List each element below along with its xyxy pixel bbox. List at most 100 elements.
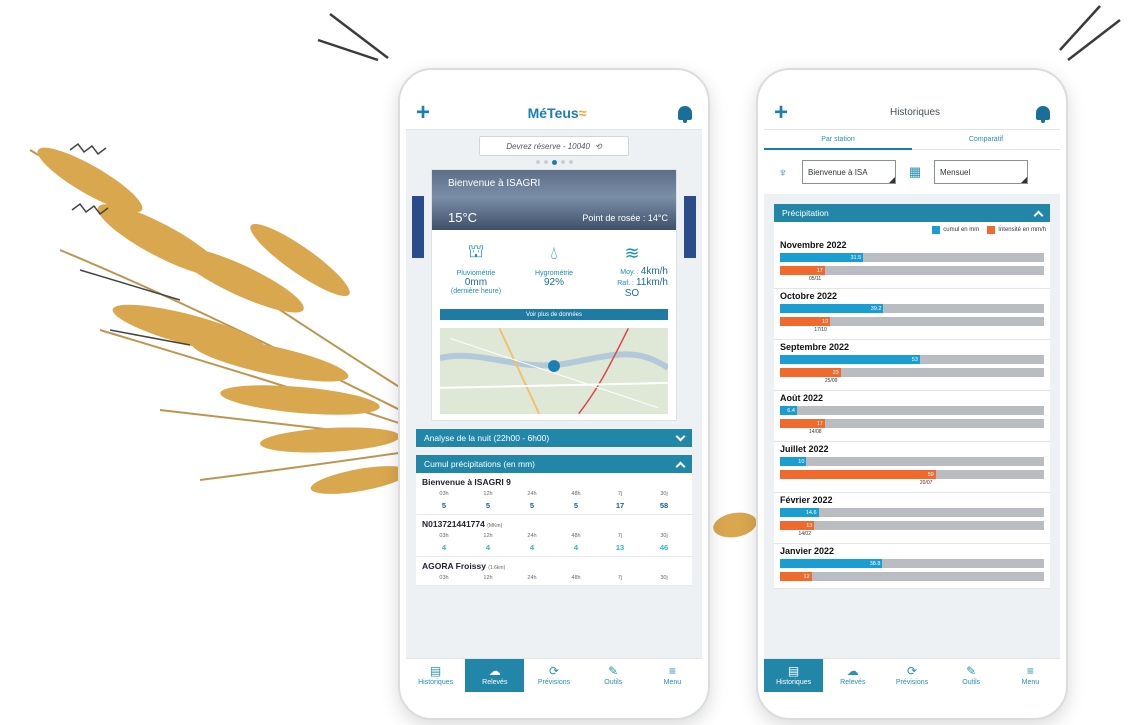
tab-comparatif[interactable]: Comparatif: [912, 130, 1060, 150]
month-title: Septembre 2022: [780, 342, 850, 352]
legend-swatch-orange: [987, 226, 996, 234]
hamburger-icon: ≡: [1026, 664, 1034, 678]
rain-gauge-icon: ⛫: [467, 241, 485, 261]
forecast-icon: ⟳: [548, 664, 560, 678]
tab-par-station[interactable]: Par station: [764, 130, 912, 150]
phone-history: + Historiques Par station Comparatif ♆ B…: [756, 68, 1068, 720]
intensity-bar: 19: [780, 317, 831, 326]
app-logo: MéTeus≈: [527, 104, 587, 121]
prev-card-peek[interactable]: [412, 196, 424, 258]
precip-header[interactable]: Cumul précipitations (en mm): [416, 455, 692, 473]
nav-outils[interactable]: ✎ Outils: [584, 659, 643, 692]
list-item[interactable]: Bienvenue à ISAGRI 9 03h 12h 24h 48h 7j 30j 5…: [416, 473, 692, 515]
nav-menu[interactable]: ≡ Menu: [1001, 659, 1060, 692]
cloud-sun-icon: ☁: [488, 664, 501, 678]
month-title: Février 2022: [780, 495, 833, 505]
add-icon[interactable]: +: [416, 100, 436, 125]
weather-card: Bienvenue à ISAGRI 15°C Point de rosée :…: [431, 169, 677, 421]
wind-metric: ≋ Moy. : 4km/h Raf. : 11km/h SO: [596, 240, 668, 300]
intensity-track: 59: [780, 470, 1044, 479]
bell-icon[interactable]: [1036, 105, 1050, 123]
intensity-bar: 23: [780, 368, 841, 377]
max-date: 05/11: [809, 276, 822, 282]
carousel-dot-active[interactable]: [551, 160, 557, 165]
nav-previsions[interactable]: ⟳ Prévisions: [882, 659, 941, 692]
calendar-icon: ▦: [908, 164, 922, 179]
refresh-icon[interactable]: ⟲: [595, 142, 602, 151]
cumul-bar: 53: [780, 355, 920, 364]
month-title: Août 2022: [780, 393, 824, 403]
nav-previsions[interactable]: ⟳ Prévisions: [524, 659, 583, 692]
chevron-down-icon[interactable]: [675, 431, 686, 441]
max-date: 14/02: [798, 531, 811, 537]
cumul-track: 53: [780, 355, 1044, 364]
max-date: 25/09: [824, 378, 838, 384]
intensity-track: 19: [780, 317, 1044, 326]
month-row[interactable]: Août 2022 6.4 17 14/08: [774, 391, 1050, 442]
more-data-button[interactable]: Voir plus de données: [440, 309, 668, 320]
cumul-bar: 31.5: [780, 253, 864, 262]
nav-outils[interactable]: ✎ Outils: [942, 659, 1001, 692]
max-date: 14/08: [809, 429, 822, 435]
add-icon[interactable]: +: [774, 100, 794, 125]
month-row[interactable]: Janvier 2022 38.8 12: [774, 544, 1050, 589]
rain-metric: ⛫ Pluviométrie 0mm (dernière heure): [440, 240, 512, 299]
cumul-track: 10: [780, 457, 1044, 466]
carousel-dot[interactable]: [568, 160, 573, 164]
cloud-sun-icon: ☁: [846, 664, 859, 678]
carousel-dot[interactable]: [535, 160, 540, 164]
humidity-label: Hygrométrie: [534, 270, 574, 277]
dashboard-screen: + MéTeus≈ Devrez réserve - 10040 ⟲ Bienv…: [406, 96, 702, 692]
clipboard-icon: ▤: [787, 664, 800, 678]
rain-value: 0mm: [464, 277, 488, 288]
history-screen: + Historiques Par station Comparatif ♆ B…: [764, 96, 1060, 692]
humidity-metric: 💧︎ Hygrométrie 92%: [518, 240, 590, 299]
weather-header: Bienvenue à ISAGRI 15°C Point de rosée :…: [432, 170, 676, 230]
nav-menu[interactable]: ≡ Menu: [643, 659, 702, 692]
station-name: AGORA Froissy (1.6km): [422, 561, 506, 571]
max-date: 17/10: [814, 327, 827, 333]
precip-title: Cumul précipitations (en mm): [424, 459, 536, 469]
chevron-up-icon[interactable]: [1033, 210, 1044, 220]
list-item[interactable]: AGORA Froissy (1.6km) 03h 12h 24h 48h 7j 30j: [416, 557, 692, 586]
chart-legend: cumul en mm Intensité en mm/h: [774, 222, 1050, 238]
bell-icon[interactable]: [678, 105, 692, 123]
month-row[interactable]: Juillet 2022 10 59 20/07: [774, 442, 1050, 493]
metrics-row: ⛫ Pluviométrie 0mm (dernière heure) 💧︎ H…: [432, 230, 676, 303]
night-analysis-title: Analyse de la nuit (22h00 - 6h00): [424, 433, 550, 443]
carousel-dot[interactable]: [560, 160, 565, 164]
nav-historiques[interactable]: ▤ Historiques: [406, 659, 465, 692]
month-row[interactable]: Février 2022 14.6 13 14/02: [774, 493, 1050, 544]
intensity-bar: 13: [780, 521, 815, 530]
next-card-peek[interactable]: [684, 196, 696, 258]
legend-cumul: cumul en mm: [932, 226, 979, 234]
period-filter[interactable]: Mensuel: [934, 160, 1028, 184]
precip-chart-panel: Précipitation cumul en mm Intensité en m…: [774, 204, 1050, 589]
month-title: Novembre 2022: [780, 240, 847, 250]
nav-releves[interactable]: ☁ Relevés: [823, 659, 882, 692]
month-row[interactable]: Septembre 2022 53 23 25/09: [774, 340, 1050, 391]
max-date: 20/07: [919, 480, 933, 486]
cumul-bar: 14.6: [780, 508, 819, 517]
precip-section-header[interactable]: Précipitation: [774, 204, 1050, 222]
month-row[interactable]: Novembre 2022 31.5 17 05/11: [774, 238, 1050, 289]
cumul-bar: 39.2: [780, 304, 884, 313]
month-title: Janvier 2022: [780, 546, 835, 556]
map-graphic: [440, 328, 668, 414]
list-item[interactable]: N013721441774 (MKm) 03h 12h 24h 48h 7j 30j 44…: [416, 515, 692, 557]
station-icon: ♆: [778, 164, 788, 180]
bottom-nav: ▤ Historiques ☁ Relevés ⟳ Prévisions ✎ Outil…: [764, 658, 1060, 692]
carousel-dot[interactable]: [543, 160, 548, 164]
station-filter[interactable]: Bienvenue à ISA: [802, 160, 896, 184]
station-map[interactable]: [440, 328, 668, 414]
precip-section-title: Précipitation: [782, 208, 829, 218]
station-selector[interactable]: Devrez réserve - 10040 ⟲: [479, 136, 629, 156]
nav-historiques[interactable]: ▤ Historiques: [764, 659, 824, 692]
carousel-dots: [406, 160, 702, 165]
cumul-bar: 10: [780, 457, 807, 466]
precip-headers: 03h 12h 24h 48h 7j 30j: [439, 491, 668, 497]
month-row[interactable]: Octobre 2022 39.2 19 17/10: [774, 289, 1050, 340]
nav-releves[interactable]: ☁ Relevés: [465, 659, 525, 692]
night-analysis-header[interactable]: Analyse de la nuit (22h00 - 6h00): [416, 429, 692, 447]
chevron-up-icon[interactable]: [675, 461, 686, 471]
